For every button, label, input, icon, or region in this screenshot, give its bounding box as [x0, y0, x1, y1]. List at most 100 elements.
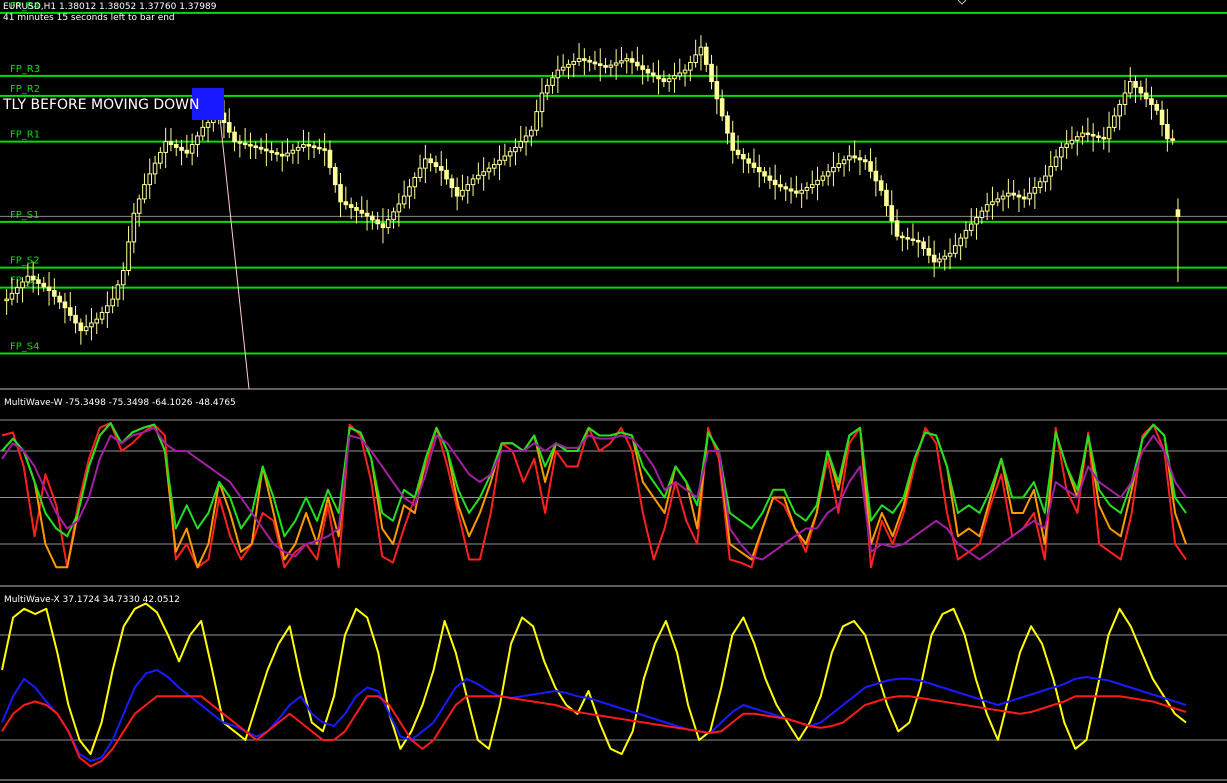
candle-body: [730, 132, 736, 151]
candle-body: [1059, 146, 1064, 158]
candle-body: [915, 239, 921, 243]
candle-body: [603, 65, 608, 68]
candle-body: [200, 126, 206, 137]
candle-body: [544, 84, 550, 94]
candle-body: [67, 307, 73, 316]
candle-body: [672, 75, 677, 80]
candle-body: [205, 122, 211, 128]
candle-body: [741, 154, 746, 160]
candle-body: [968, 223, 974, 231]
candle-body: [857, 157, 863, 161]
candle-body: [99, 311, 105, 320]
candle-body: [990, 201, 995, 206]
candle-body: [804, 186, 810, 191]
candle-body: [152, 162, 158, 175]
candle-body: [306, 144, 312, 147]
candle-body: [57, 295, 62, 303]
candle-body: [666, 78, 672, 83]
candle-body: [476, 174, 481, 180]
candle-body: [83, 326, 89, 332]
candle-body: [428, 158, 433, 164]
candle-body: [94, 318, 100, 324]
candle-body: [905, 237, 910, 240]
candle-body: [884, 189, 889, 207]
candle-body: [1080, 132, 1085, 138]
level-label-fp_s1: FP_S1: [10, 210, 40, 221]
candle-body: [470, 178, 476, 186]
candle-body: [693, 54, 698, 63]
candle-body: [825, 171, 831, 177]
candle-body: [1101, 136, 1107, 140]
candle-body: [4, 298, 9, 302]
chart-window: FP_R4FP_R3FP_R2FP_R1FP_S1FP_S2FP_S3FP_S4…: [0, 0, 1227, 783]
candle-body: [327, 149, 333, 168]
candle-body: [1000, 195, 1006, 200]
candle-body: [799, 189, 804, 194]
candle-body: [1133, 81, 1138, 88]
candle-body: [311, 145, 317, 148]
candle-body: [25, 275, 31, 283]
candle-body: [566, 63, 571, 68]
candle-body: [974, 217, 979, 225]
candle-body: [253, 145, 259, 148]
candle-body: [926, 248, 932, 256]
candle-body: [809, 184, 815, 188]
candle-body: [958, 237, 963, 247]
candle-body: [131, 212, 137, 243]
candle-body: [640, 65, 645, 70]
candle-body: [168, 141, 174, 146]
candle-body: [502, 155, 508, 161]
candle-body: [947, 252, 953, 257]
candle-body: [608, 64, 614, 68]
candle-body: [820, 175, 826, 181]
alert-text: TLY BEFORE MOVING DOWN: [2, 97, 200, 113]
candle-body: [931, 254, 937, 263]
candle-body: [1154, 103, 1160, 111]
candle-body: [9, 292, 15, 300]
candle-body: [645, 68, 651, 74]
candle-body: [1032, 186, 1038, 194]
candle-body: [449, 178, 455, 188]
candle-body: [550, 77, 555, 86]
candle-body: [433, 162, 439, 167]
level-label-fp_r1: FP_R1: [10, 130, 40, 141]
candle-body: [370, 215, 375, 221]
candle-body: [836, 163, 842, 168]
candle-body: [560, 66, 566, 71]
candle-body: [1069, 139, 1075, 145]
candle-body: [364, 212, 370, 217]
candle-body: [1170, 138, 1175, 141]
candle-body: [348, 204, 354, 209]
candle-body: [1138, 86, 1144, 94]
candle-body: [529, 129, 534, 137]
candle-body: [841, 159, 847, 165]
candle-body: [735, 149, 741, 156]
candle-body: [894, 220, 900, 237]
candle-body: [385, 219, 391, 229]
candle-body: [491, 164, 497, 169]
candle-body: [1053, 156, 1059, 167]
symbol-info: EURUSD,H1 1.38012 1.38052 1.37760 1.3798…: [3, 2, 217, 12]
candle-body: [412, 176, 418, 188]
candle-body: [910, 238, 916, 242]
candle-body: [576, 58, 582, 63]
candle-body: [523, 135, 529, 143]
candle-body: [1011, 192, 1016, 196]
candle-body: [110, 298, 115, 307]
candle-body: [242, 142, 248, 146]
candle-body: [815, 179, 820, 186]
candle-body: [30, 275, 36, 281]
candle-body: [354, 207, 359, 211]
candle-body: [375, 219, 380, 225]
candle-body: [41, 282, 47, 288]
candle-body: [847, 155, 852, 161]
candle-body: [1122, 92, 1128, 105]
candle-body: [14, 287, 20, 294]
candle-body: [332, 166, 338, 186]
candle-body: [1006, 192, 1011, 197]
candle-body: [1021, 196, 1027, 200]
candle-body: [142, 184, 147, 200]
level-label-fp_r2: FP_R2: [10, 84, 40, 95]
candle-body: [852, 155, 857, 159]
candle-body: [1027, 192, 1032, 200]
